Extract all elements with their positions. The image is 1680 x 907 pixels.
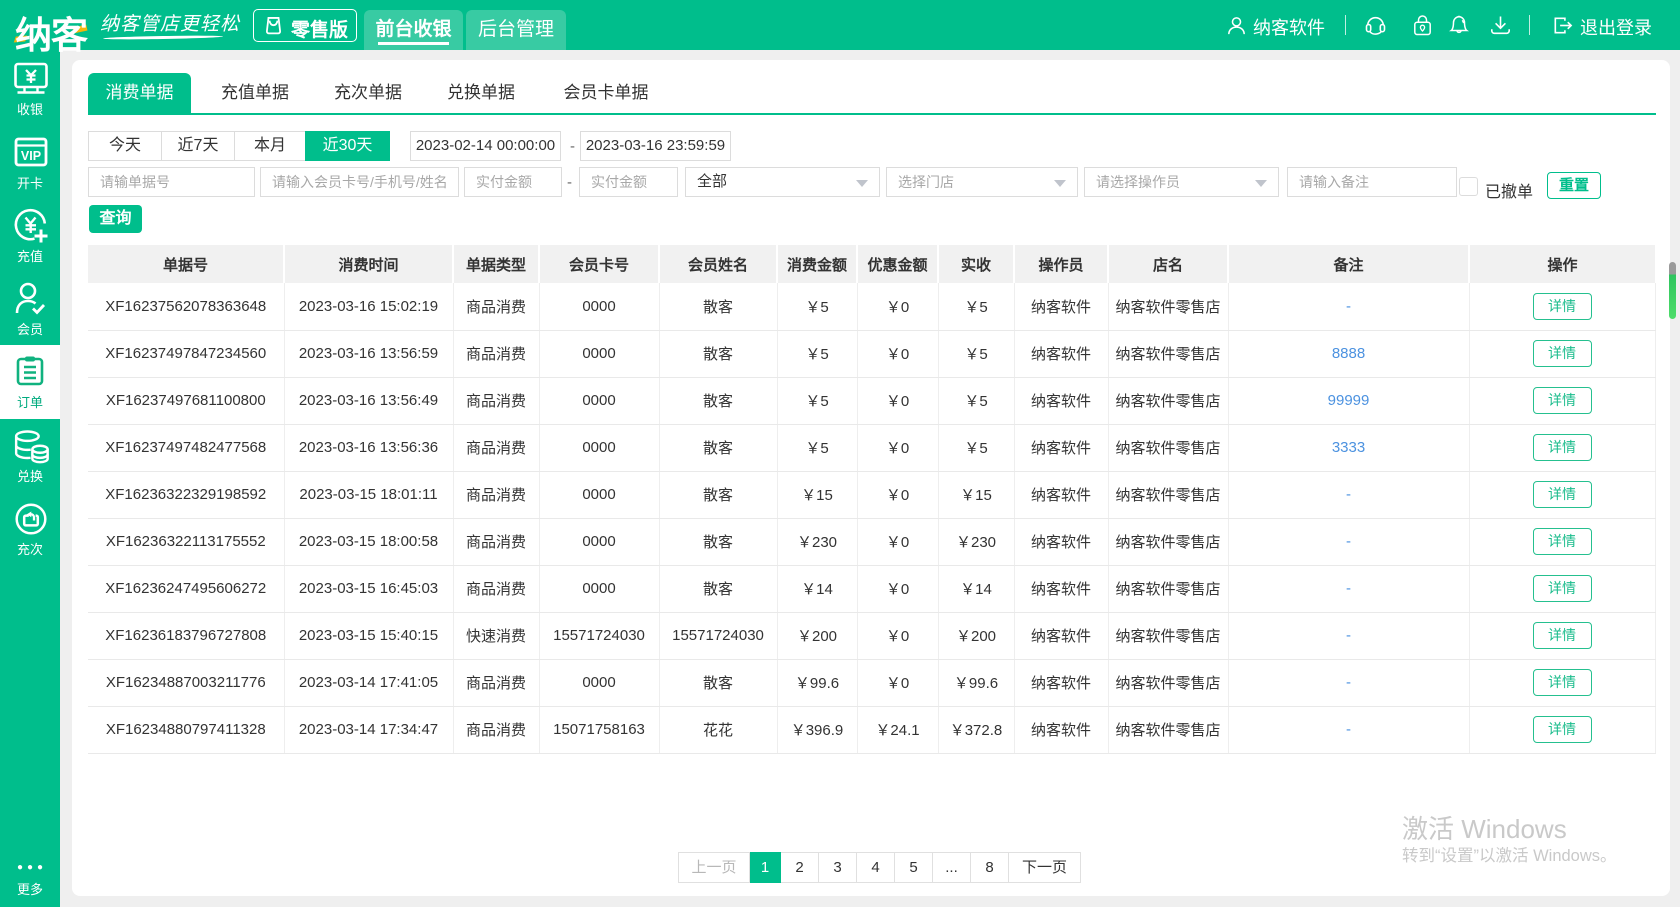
svg-text:VIP: VIP [21, 149, 41, 163]
